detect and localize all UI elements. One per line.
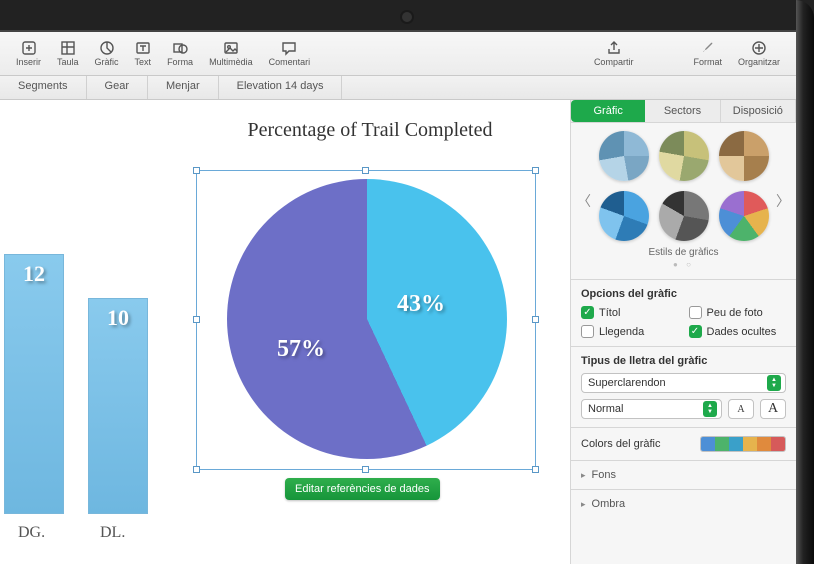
styles-next[interactable]: 〉 [772, 187, 794, 215]
organize-icon [751, 40, 767, 56]
section-title: Opcions del gràfic [581, 288, 786, 300]
pie-chart[interactable] [227, 179, 507, 459]
main-toolbar: Inserir Taula Gràfic Text Forma Multimèd… [0, 32, 796, 76]
checkbox-caption[interactable]: Peu de foto [689, 306, 787, 319]
section-title: Colors del gràfic [581, 438, 660, 450]
styles-caption: Estils de gràfics [575, 241, 792, 260]
bar-dg: 12 [4, 254, 64, 514]
bar-value: 10 [89, 305, 147, 331]
chart-style-6[interactable] [719, 191, 769, 241]
chart-color-picker[interactable] [700, 436, 786, 452]
bar-dl: 10 [88, 298, 148, 514]
pie-chart-selection[interactable]: 43% 57% [196, 170, 536, 470]
font-family-select[interactable]: Superclarendon ▲▼ [581, 373, 786, 393]
bar-value: 12 [5, 261, 63, 287]
comment-icon [281, 40, 297, 56]
font-smaller-button[interactable]: A [728, 399, 754, 419]
chart-style-3[interactable] [719, 131, 769, 181]
chart-style-4[interactable] [599, 191, 649, 241]
edit-data-references-button[interactable]: Editar referències de dades [285, 478, 440, 500]
media-icon [223, 40, 239, 56]
checkbox-title[interactable]: ✓Títol [581, 306, 679, 319]
font-style-select[interactable]: Normal ▲▼ [581, 399, 722, 419]
axis-label-dl: DL. [100, 524, 125, 542]
toolbar-organize[interactable]: Organitzar [732, 38, 786, 69]
chevron-right-icon: ▸ [581, 470, 586, 481]
table-icon [60, 40, 76, 56]
plus-box-icon [21, 40, 37, 56]
sheet-tab-segments[interactable]: Segments [0, 76, 87, 99]
checkbox-legend[interactable]: Llegenda [581, 325, 679, 338]
chart-colors-section: Colors del gràfic [571, 427, 796, 460]
chart-options-section: Opcions del gràfic ✓Títol Peu de foto Ll… [571, 279, 796, 346]
chart-style-1[interactable] [599, 131, 649, 181]
styles-prev[interactable]: 〈 [573, 187, 595, 215]
chart-styles: 〈 〉 Estils de gràfics ● ○ [571, 123, 796, 279]
sheet-tab-elevation[interactable]: Elevation 14 days [219, 76, 343, 99]
tab-sectors[interactable]: Sectors [645, 100, 720, 122]
pie-icon [99, 40, 115, 56]
toolbar-format[interactable]: Format [687, 38, 728, 69]
toolbar-insert[interactable]: Inserir [10, 38, 47, 69]
pie-chart-title[interactable]: Percentage of Trail Completed [230, 118, 510, 143]
checkbox-hidden-data[interactable]: ✓Dades ocultes [689, 325, 787, 338]
chart-style-5[interactable] [659, 191, 709, 241]
format-inspector: Gràfic Sectors Disposició 〈 〉 Estils de … [570, 100, 796, 564]
toolbar-shape[interactable]: Forma [161, 38, 199, 69]
sheet-tab-menjar[interactable]: Menjar [148, 76, 219, 99]
toolbar-media[interactable]: Multimèdia [203, 38, 259, 69]
share-icon [606, 40, 622, 56]
text-icon [135, 40, 151, 56]
shape-icon [172, 40, 188, 56]
pie-slice-b-label: 57% [277, 336, 325, 363]
spreadsheet-canvas[interactable]: 12 10 DG. DL. Percentage of Trail Comple… [0, 100, 570, 564]
disclosure-ombra[interactable]: ▸ Ombra [571, 489, 796, 518]
font-larger-button[interactable]: A [760, 399, 786, 419]
toolbar-text[interactable]: Text [129, 38, 158, 69]
chevron-right-icon: ▸ [581, 499, 586, 510]
bar-chart-fragment: 12 10 [0, 140, 170, 514]
section-title: Tipus de lletra del gràfic [581, 355, 786, 367]
brush-icon [700, 40, 716, 56]
styles-page-dots[interactable]: ● ○ [575, 260, 792, 275]
tab-layout[interactable]: Disposició [721, 100, 796, 122]
inspector-tabs: Gràfic Sectors Disposició [571, 100, 796, 123]
pie-slice-a-label: 43% [397, 291, 445, 318]
sheet-tab-gear[interactable]: Gear [87, 76, 148, 99]
toolbar-table[interactable]: Taula [51, 38, 85, 69]
axis-label-dg: DG. [18, 524, 45, 542]
toolbar-chart[interactable]: Gràfic [89, 38, 125, 69]
chart-font-section: Tipus de lletra del gràfic Superclarendo… [571, 346, 796, 427]
toolbar-share[interactable]: Compartir [588, 38, 640, 69]
tab-chart[interactable]: Gràfic [571, 100, 645, 122]
sheet-tabs: Segments Gear Menjar Elevation 14 days [0, 76, 796, 100]
disclosure-fons[interactable]: ▸ Fons [571, 460, 796, 489]
chart-style-2[interactable] [659, 131, 709, 181]
toolbar-comment[interactable]: Comentari [263, 38, 317, 69]
